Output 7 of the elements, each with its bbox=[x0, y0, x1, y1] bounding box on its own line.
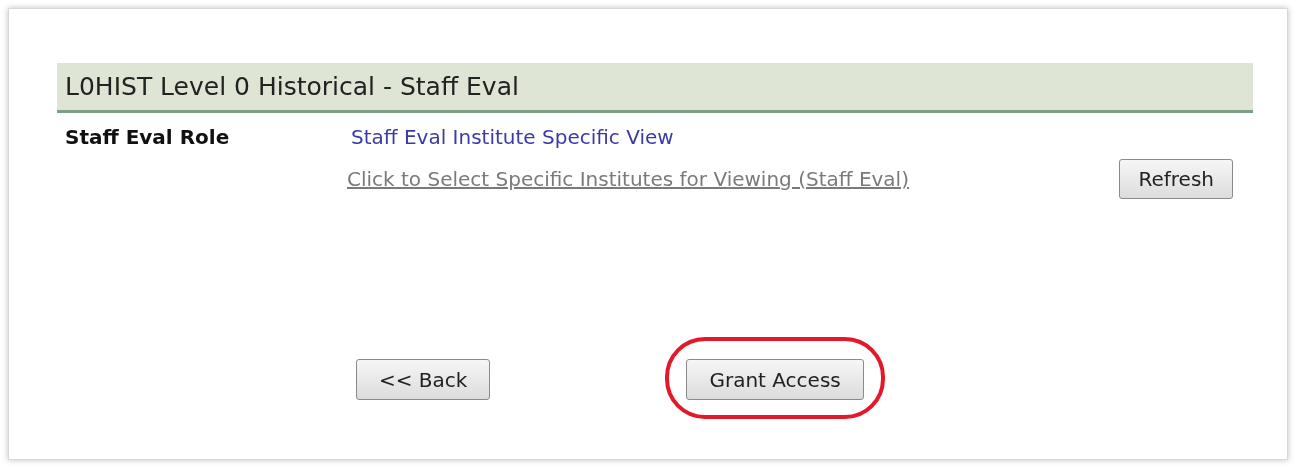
section-title: L0HIST Level 0 Historical - Staff Eval bbox=[65, 72, 519, 101]
action-button[interactable]: Grant Access bbox=[686, 359, 864, 400]
action-button[interactable]: << Back bbox=[356, 359, 491, 400]
role-value: Staff Eval Institute Specific View bbox=[351, 125, 674, 149]
select-institutes-link[interactable]: Click to Select Specific Institutes for Viewing (Staff Eval) bbox=[347, 167, 909, 191]
refresh-button[interactable]: Refresh bbox=[1119, 159, 1233, 199]
role-label: Staff Eval Role bbox=[64, 125, 231, 149]
